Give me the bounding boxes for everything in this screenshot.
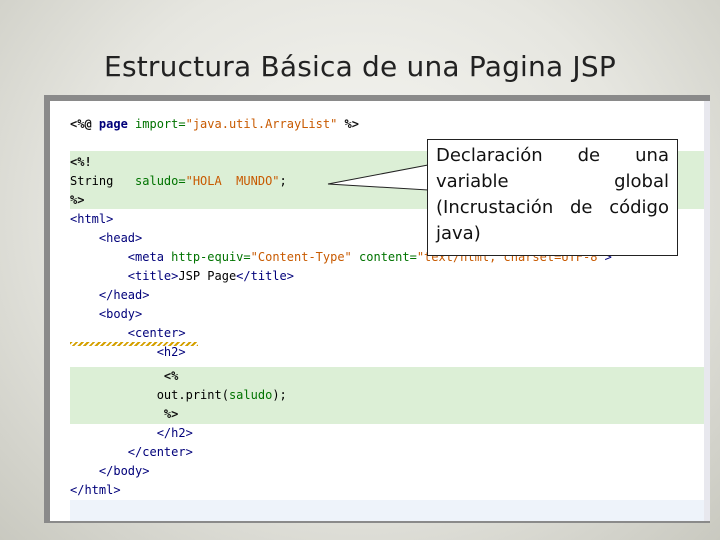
callout-text: Declaración de una variable global (Incr… — [436, 145, 669, 244]
callout-box: Declaración de una variable global (Incr… — [427, 139, 678, 256]
code-line-center-close: </center> — [70, 445, 193, 459]
code-line-declaration-open: <%! — [70, 155, 92, 169]
code-line-scriptlet-open: <% — [70, 369, 179, 383]
editor-scrollbar[interactable] — [704, 101, 710, 521]
code-line-variable: String saludo="HOLA MUNDO"; — [70, 174, 287, 188]
code-line-page-directive: <%@ page import="java.util.ArrayList" %> — [70, 117, 360, 131]
code-line-body-open: <body> — [70, 307, 143, 321]
code-line-title: <title>JSP Page</title> — [70, 269, 294, 283]
code-line-h2-close: </h2> — [70, 426, 193, 440]
code-line-head-close: </head> — [70, 288, 150, 302]
slide-title: Estructura Básica de una Pagina JSP — [104, 50, 616, 83]
current-line-highlight — [70, 500, 710, 521]
code-line-scriptlet-close: %> — [70, 407, 179, 421]
code-line-declaration-close: %> — [70, 193, 85, 207]
code-line-html-open: <html> — [70, 212, 114, 226]
code-line-h2-open: <h2> — [70, 345, 186, 359]
code-line-head-open: <head> — [70, 231, 143, 245]
code-line-print: out.print(saludo); — [70, 388, 287, 402]
code-line-body-close: </body> — [70, 464, 150, 478]
code-line-center-open: <center> — [70, 326, 186, 340]
code-line-html-close: </html> — [70, 483, 121, 497]
